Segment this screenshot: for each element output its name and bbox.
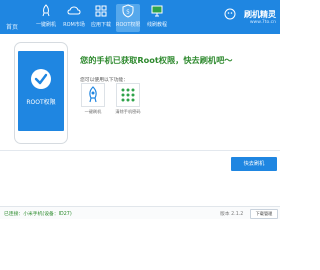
- status-bar: 已连接：小米手机(设备：ID27) 版本 2.1.2 下载管理: [0, 206, 280, 219]
- option-label: 清除手机密码: [115, 109, 141, 114]
- shield-icon: S: [122, 4, 134, 18]
- cloud-icon: [67, 6, 81, 15]
- download-manager-button[interactable]: 下载管理: [250, 209, 278, 219]
- checkmark-icon: [34, 73, 48, 85]
- features-subtitle: 您可以使用以下功能：: [80, 78, 128, 83]
- phone-screen: ROOT权限: [18, 51, 64, 131]
- brand-name: 刷机精灵: [244, 10, 276, 19]
- option-one-key-flash[interactable]: 一键刷机: [80, 83, 106, 117]
- svg-text:S: S: [126, 10, 129, 16]
- apps-grid-icon: [95, 5, 107, 17]
- computer-icon: [151, 5, 163, 17]
- option-tile: [81, 83, 105, 107]
- go-flash-button[interactable]: 快去刷机: [231, 157, 277, 171]
- nav-label: 应用下载: [90, 22, 111, 28]
- option-label: 一键刷机: [84, 109, 102, 114]
- rocket-icon: [42, 4, 50, 17]
- nav-line-flash-tutorial[interactable]: 线刷教程: [145, 4, 169, 32]
- pattern-lock-icon: [121, 88, 135, 102]
- phone-root-label: ROOT权限: [26, 99, 56, 106]
- brand-url: www.7to.cn: [249, 20, 276, 25]
- divider: [0, 150, 280, 151]
- nav-label: 线刷教程: [146, 22, 167, 28]
- success-badge: [31, 69, 51, 89]
- root-success-headline: 您的手机已获取Root权限，快去刷机吧～: [80, 55, 233, 65]
- phone-illustration: ROOT权限: [14, 42, 68, 144]
- connection-status: 已连接：小米手机(设备：ID27): [4, 212, 72, 217]
- version-label: 版本 2.1.2: [220, 212, 244, 217]
- rocket-icon: [89, 86, 97, 103]
- nav-label: ROM市场: [63, 22, 85, 28]
- nav-app-download[interactable]: 应用下载: [89, 4, 113, 32]
- title-bar: 首页 一键刷机 ROM市场 应用下载 S ROOT权限 线刷教程 刷机精灵 ww…: [0, 0, 280, 34]
- nav-rom-market[interactable]: ROM市场: [62, 4, 86, 32]
- nav-label: 一键刷机: [35, 22, 56, 28]
- option-clear-password[interactable]: 清除手机密码: [115, 83, 141, 117]
- brand-logo: 刷机精灵 www.7to.cn: [212, 6, 276, 30]
- nav-one-key-flash[interactable]: 一键刷机: [34, 4, 58, 32]
- option-tile: [116, 83, 140, 107]
- home-label[interactable]: 首页: [6, 22, 18, 31]
- nav-root-permission[interactable]: S ROOT权限: [116, 4, 140, 32]
- nav-label: ROOT权限: [116, 22, 141, 28]
- brand-logo-icon: [224, 8, 236, 20]
